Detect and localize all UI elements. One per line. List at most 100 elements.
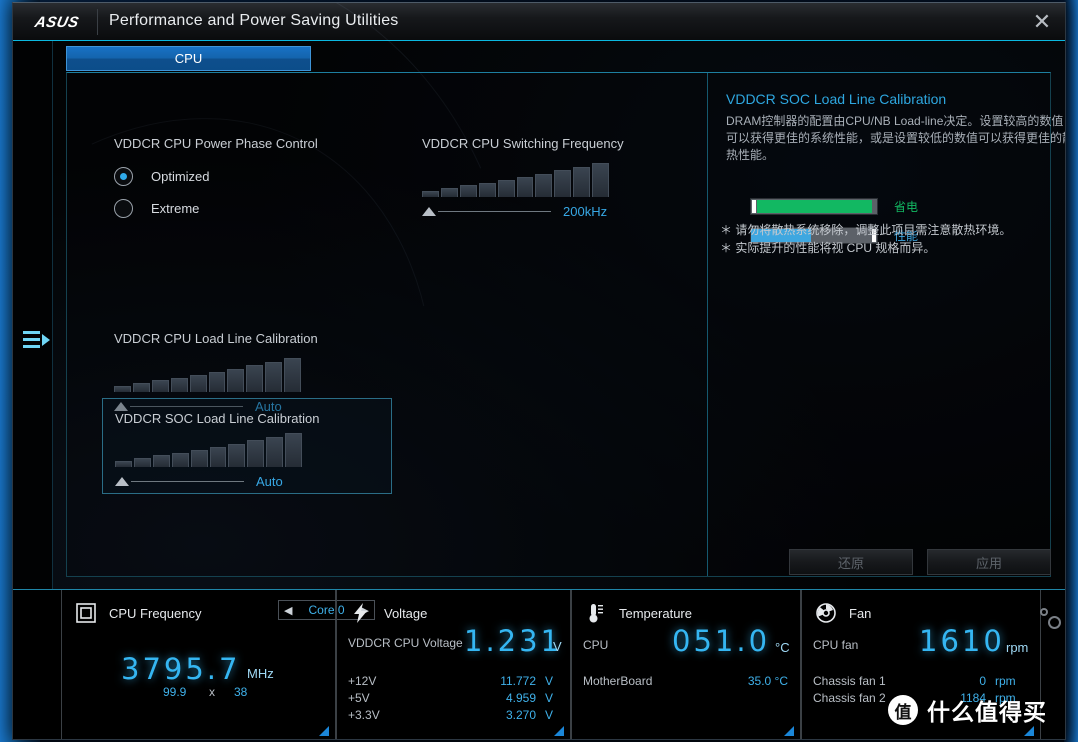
chassis-fan-1-value: 0 bbox=[979, 674, 986, 688]
rail-unit-33v: V bbox=[545, 708, 554, 722]
meter-bar-power-saving bbox=[750, 198, 878, 215]
panel-corner-indicator bbox=[554, 726, 564, 736]
switching-frequency-value: 200kHz bbox=[563, 204, 608, 219]
watermark-badge: 值 bbox=[888, 695, 918, 725]
cpu-frequency-unit: MHz bbox=[247, 666, 274, 681]
lightning-bolt-icon bbox=[350, 602, 372, 624]
radio-icon-optimized bbox=[114, 167, 133, 186]
switching-frequency-label: VDDCR CPU Switching Frequency bbox=[422, 136, 624, 151]
monitor-cell-cpu-frequency: CPU Frequency ◀ Core 0 ▶ 3795.7 MHz 99.9… bbox=[61, 590, 375, 739]
temperature-header: Temperature bbox=[585, 602, 692, 624]
help-notes: ＊ 请勿将散热系统移除，调整此项目需注意散热环境。 ＊ 实际提升的性能将视 CP… bbox=[720, 221, 1011, 257]
power-phase-control-group: VDDCR CPU Power Phase Control Optimized … bbox=[114, 136, 318, 218]
chassis-fan-2-label: Chassis fan 2 bbox=[813, 691, 886, 705]
meter-cap-left bbox=[752, 200, 756, 213]
soc-llc-slider[interactable]: Auto bbox=[115, 474, 283, 489]
cpu-frequency-header: CPU Frequency bbox=[75, 602, 201, 624]
apply-button[interactable]: 应用 bbox=[927, 549, 1051, 575]
apply-button-label: 应用 bbox=[975, 555, 1002, 571]
gears-icon bbox=[1040, 608, 1048, 616]
cpu-multiplier-separator: x bbox=[209, 685, 215, 699]
motherboard-temperature-label: MotherBoard bbox=[583, 674, 653, 688]
action-button-group: 还原 应用 bbox=[789, 549, 1051, 575]
monitor-cell-voltage: Voltage VDDCR CPU Voltage 1.231 V +12V 1… bbox=[336, 590, 571, 739]
vddcr-cpu-voltage-label: VDDCR CPU Voltage bbox=[348, 636, 463, 650]
cpu-frequency-value: 3795.7 bbox=[121, 652, 241, 686]
cpu-temperature-unit: °C bbox=[775, 640, 790, 655]
cpu-fan-label: CPU fan bbox=[813, 638, 859, 652]
radio-option-extreme[interactable]: Extreme bbox=[114, 199, 318, 218]
rail-label-33v: +3.3V bbox=[348, 708, 380, 722]
temperature-title: Temperature bbox=[619, 605, 692, 621]
panel-corner-indicator bbox=[319, 726, 329, 736]
help-note-1: ＊ 请勿将散热系统移除，调整此项目需注意散热环境。 bbox=[720, 223, 1012, 237]
switching-frequency-ramp[interactable] bbox=[422, 163, 610, 197]
motherboard-temperature-value: 35.0 °C bbox=[747, 674, 788, 688]
vddcr-cpu-voltage-unit: V bbox=[553, 639, 562, 654]
soc-llc-label: VDDCR SOC Load Line Calibration bbox=[115, 411, 320, 426]
settings-panel: VDDCR CPU Power Phase Control Optimized … bbox=[66, 72, 1065, 577]
fan-icon bbox=[815, 602, 837, 624]
window-body: CPU VDDCR CPU Power Phase Control Optimi… bbox=[13, 3, 1065, 739]
soc-llc-ramp[interactable] bbox=[115, 433, 303, 467]
thermometer-icon bbox=[585, 602, 607, 624]
voltage-header: Voltage bbox=[350, 602, 427, 624]
voltage-title: Voltage bbox=[384, 605, 428, 621]
application-window: ASUS Performance and Power Saving Utilit… bbox=[12, 2, 1066, 740]
cpu-fan-value: 1610 bbox=[919, 624, 1005, 658]
soc-llc-control[interactable]: VDDCR SOC Load Line Calibration Auto bbox=[102, 398, 392, 494]
tab-cpu-label: CPU bbox=[174, 51, 203, 66]
help-description: DRAM控制器的配置由CPU/NB Load-line决定。设置较高的数值可以获… bbox=[726, 114, 1066, 162]
help-title: VDDCR SOC Load Line Calibration bbox=[726, 91, 947, 107]
content-area: CPU VDDCR CPU Power Phase Control Optimi… bbox=[53, 41, 1065, 587]
watermark-text: 什么值得买 bbox=[927, 699, 1047, 725]
meter-fill-power-saving bbox=[757, 200, 872, 213]
meter-label-power-saving: 省电 bbox=[894, 200, 919, 214]
radio-label-extreme: Extreme bbox=[151, 201, 200, 216]
chassis-fan-1-unit: rpm bbox=[995, 674, 1016, 688]
switching-frequency-slider[interactable]: 200kHz bbox=[422, 204, 624, 219]
cpu-frequency-title: CPU Frequency bbox=[109, 605, 202, 621]
rail-label-12v: +12V bbox=[348, 674, 377, 688]
rail-value-5v: 4.959 bbox=[505, 691, 536, 705]
radio-icon-extreme bbox=[114, 199, 133, 218]
cpu-temperature-value: 051.0 bbox=[672, 624, 771, 658]
cpu-llc-label: VDDCR CPU Load Line Calibration bbox=[114, 331, 318, 346]
cpu-bclk-value: 99.9 bbox=[163, 685, 187, 699]
cpu-multiplier-value: 38 bbox=[234, 685, 248, 699]
chassis-fan-1-label: Chassis fan 1 bbox=[813, 674, 886, 688]
tab-cpu[interactable]: CPU bbox=[66, 46, 311, 71]
left-arrow-icon[interactable]: ◀ bbox=[284, 604, 292, 617]
panel-corner-indicator bbox=[1024, 726, 1034, 736]
rail-unit-12v: V bbox=[545, 674, 554, 688]
meter-power-saving: 省电 bbox=[750, 198, 918, 215]
radio-label-optimized: Optimized bbox=[151, 169, 210, 184]
hamburger-expand-icon[interactable] bbox=[23, 329, 50, 353]
slider-track[interactable] bbox=[438, 211, 551, 212]
slider-thumb-icon[interactable] bbox=[422, 207, 436, 216]
cpu-fan-unit: rpm bbox=[1006, 640, 1029, 655]
monitor-cell-temperature: Temperature CPU 051.0 °C MotherBoard 35.… bbox=[571, 590, 801, 739]
cpu-temperature-label: CPU bbox=[583, 638, 609, 652]
panel-corner-indicator bbox=[784, 726, 794, 736]
watermark: 值 什么值得买 bbox=[888, 693, 1047, 727]
cpu-chip-icon bbox=[75, 602, 97, 624]
hardware-monitor-bar: CPU Frequency ◀ Core 0 ▶ 3795.7 MHz 99.9… bbox=[13, 589, 1065, 739]
restore-button[interactable]: 还原 bbox=[789, 549, 913, 575]
slider-track[interactable] bbox=[131, 481, 244, 482]
power-phase-label: VDDCR CPU Power Phase Control bbox=[114, 136, 318, 151]
slider-thumb-icon[interactable] bbox=[115, 477, 129, 486]
rail-value-12v: 11.772 bbox=[500, 674, 536, 688]
help-note-2: ＊ 实际提升的性能将视 CPU 规格而异。 bbox=[720, 241, 936, 255]
rail-value-33v: 3.270 bbox=[505, 708, 536, 722]
fan-title: Fan bbox=[849, 605, 872, 621]
radio-option-optimized[interactable]: Optimized bbox=[114, 167, 318, 186]
restore-button-label: 还原 bbox=[837, 555, 864, 571]
rail-label-5v: +5V bbox=[348, 691, 370, 705]
cpu-llc-ramp[interactable] bbox=[114, 358, 302, 392]
right-help-pane: VDDCR SOC Load Line Calibration DRAM控制器的… bbox=[708, 73, 1065, 576]
gears-icon-large bbox=[1048, 616, 1061, 629]
rail-unit-5v: V bbox=[545, 691, 554, 705]
soc-llc-value: Auto bbox=[256, 474, 283, 489]
fan-header: Fan bbox=[815, 602, 871, 624]
